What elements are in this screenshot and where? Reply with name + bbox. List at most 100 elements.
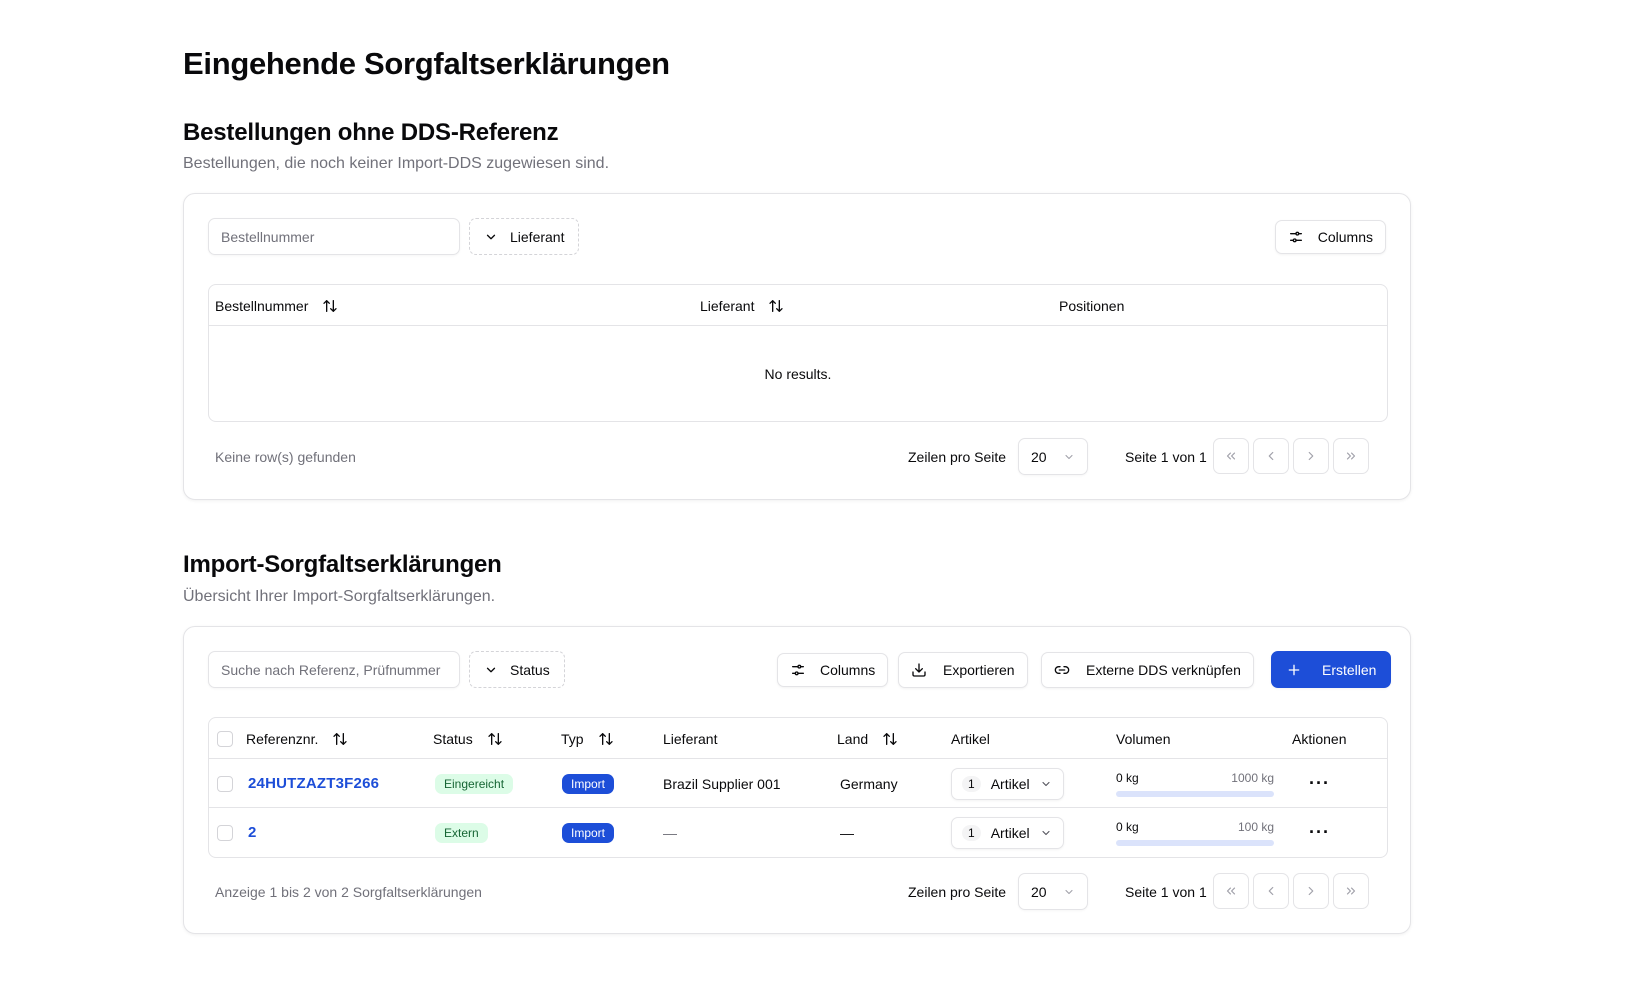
- arrow-up-down-icon: [768, 298, 784, 314]
- column-header-type[interactable]: Typ: [561, 718, 614, 759]
- column-header-label: Lieferant: [663, 730, 718, 747]
- row-checkbox[interactable]: [217, 775, 233, 792]
- chevron-right-icon: [1304, 449, 1318, 463]
- first-page-button[interactable]: [1213, 438, 1249, 474]
- orders-pagination: Keine row(s) gefunden Zeilen pro Seite 2…: [208, 438, 1388, 475]
- columns-button-label: Columns: [1317, 229, 1373, 245]
- last-page-button[interactable]: [1333, 438, 1369, 474]
- create-button[interactable]: Erstellen: [1271, 651, 1392, 688]
- import-dds-table: Referenznr. Status Typ Lieferant Land Ar…: [208, 717, 1388, 858]
- previous-page-button[interactable]: [1253, 873, 1289, 909]
- status-filter-label: Status: [510, 661, 550, 678]
- volume-track: [1116, 790, 1274, 797]
- rows-per-page-label: Zeilen pro Seite: [908, 883, 1007, 900]
- order-number-search-input[interactable]: [208, 218, 460, 255]
- column-header-label: Aktionen: [1292, 730, 1347, 747]
- reference-link[interactable]: 24HUTZAZT3F266: [248, 775, 379, 792]
- orders-table: Bestellnummer Lieferant Positionen No re…: [208, 284, 1388, 422]
- articles-dropdown-button[interactable]: 1 Artikel: [951, 767, 1064, 800]
- section-description-orders: Bestellungen, die noch keiner Import-DDS…: [183, 155, 610, 172]
- orders-card: Lieferant Columns Bestellnummer Lieferan…: [183, 193, 1411, 500]
- last-page-button[interactable]: [1333, 873, 1369, 909]
- article-count-badge: 1: [962, 775, 981, 792]
- column-header-label: Lieferant: [700, 297, 755, 314]
- supplier-filter-button[interactable]: Lieferant: [469, 218, 580, 255]
- row-checkbox[interactable]: [217, 824, 233, 841]
- column-header-label: Typ: [561, 730, 584, 747]
- reference-search-input[interactable]: [208, 651, 460, 688]
- articles-dropdown-button[interactable]: 1 Artikel: [951, 816, 1064, 849]
- rows-per-page-select[interactable]: 20: [1018, 873, 1088, 910]
- chevron-left-icon: [1264, 884, 1278, 898]
- select-all-checkbox[interactable]: [217, 730, 233, 747]
- chevrons-right-icon: [1344, 449, 1358, 463]
- columns-button-label: Columns: [820, 662, 876, 678]
- rows-per-page-select[interactable]: 20: [1018, 438, 1088, 475]
- supplier-cell: —: [663, 824, 677, 841]
- arrow-up-down-icon: [322, 298, 338, 314]
- arrow-up-down-icon: [598, 731, 614, 747]
- section-description-import: Übersicht Ihrer Import-Sorgfaltserklärun…: [183, 588, 496, 605]
- footer-info: Keine row(s) gefunden: [215, 448, 356, 465]
- volume-track: [1116, 839, 1274, 846]
- table-header: Referenznr. Status Typ Lieferant Land Ar…: [209, 718, 1387, 759]
- empty-state: No results.: [764, 365, 832, 382]
- column-header-volume: Volumen: [1116, 718, 1170, 759]
- column-header-order-number[interactable]: Bestellnummer: [215, 285, 338, 326]
- page-info: Seite 1 von 1: [1125, 883, 1207, 900]
- rows-per-page-label: Zeilen pro Seite: [908, 448, 1007, 465]
- chevron-down-icon: [1063, 451, 1075, 463]
- import-pagination: Anzeige 1 bis 2 von 2 Sorgfaltserklärung…: [208, 873, 1388, 910]
- article-label: Artikel: [990, 824, 1030, 841]
- column-header-actions: Aktionen: [1292, 718, 1346, 759]
- page-info: Seite 1 von 1: [1125, 448, 1207, 465]
- link-external-dds-button[interactable]: Externe DDS verknüpfen: [1041, 652, 1254, 688]
- more-horizontal-icon[interactable]: ···: [1309, 822, 1330, 843]
- chevrons-left-icon: [1224, 449, 1238, 463]
- more-horizontal-icon[interactable]: ···: [1309, 773, 1330, 794]
- column-header-label: Positionen: [1059, 297, 1125, 314]
- chevron-down-icon: [484, 663, 498, 677]
- table-row: 2 Extern Import — — 1 Artikel 0 kg 100 kg: [209, 808, 1387, 857]
- previous-page-button[interactable]: [1253, 438, 1289, 474]
- columns-button[interactable]: Columns: [777, 653, 889, 687]
- first-page-button[interactable]: [1213, 873, 1249, 909]
- volume-current: 0 kg: [1116, 819, 1139, 834]
- import-card: Status Columns Exportieren Externe DDS v…: [183, 626, 1411, 934]
- supplier-filter-label: Lieferant: [510, 228, 565, 245]
- column-header-status[interactable]: Status: [433, 718, 503, 759]
- reference-link[interactable]: 2: [248, 824, 257, 841]
- create-button-label: Erstellen: [1322, 661, 1377, 678]
- volume-progress: 0 kg 100 kg: [1116, 820, 1274, 846]
- sliders-icon: [790, 662, 806, 678]
- country-cell: Germany: [840, 775, 898, 792]
- column-header-reference[interactable]: Referenznr.: [246, 718, 348, 759]
- type-badge: Import: [562, 822, 615, 843]
- volume-progress: 0 kg 1000 kg: [1116, 771, 1274, 797]
- arrow-up-down-icon: [882, 731, 898, 747]
- link-icon: [1054, 662, 1070, 678]
- column-header-articles: Artikel: [951, 718, 990, 759]
- export-button[interactable]: Exportieren: [898, 652, 1028, 688]
- chevron-right-icon: [1304, 884, 1318, 898]
- supplier-cell: Brazil Supplier 001: [663, 775, 781, 792]
- select-all-checkbox-cell: [217, 718, 233, 759]
- columns-button[interactable]: Columns: [1274, 220, 1386, 254]
- chevrons-left-icon: [1224, 884, 1238, 898]
- page-title: Eingehende Sorgfaltserklärungen: [183, 46, 670, 81]
- country-cell: —: [840, 824, 854, 841]
- next-page-button[interactable]: [1293, 873, 1329, 909]
- column-header-supplier[interactable]: Lieferant: [700, 285, 784, 326]
- plus-icon: [1286, 662, 1302, 678]
- column-header-label: Referenznr.: [246, 730, 319, 747]
- table-header: Bestellnummer Lieferant Positionen: [209, 285, 1387, 326]
- next-page-button[interactable]: [1293, 438, 1329, 474]
- export-button-label: Exportieren: [943, 662, 1015, 678]
- status-badge: Eingereicht: [435, 773, 514, 794]
- column-header-positions: Positionen: [1059, 285, 1124, 326]
- status-filter-button[interactable]: Status: [469, 651, 565, 688]
- column-header-country[interactable]: Land: [837, 718, 898, 759]
- arrow-up-down-icon: [487, 731, 503, 747]
- section-title-orders: Bestellungen ohne DDS-Referenz: [183, 119, 559, 146]
- footer-info: Anzeige 1 bis 2 von 2 Sorgfaltserklärung…: [215, 883, 482, 900]
